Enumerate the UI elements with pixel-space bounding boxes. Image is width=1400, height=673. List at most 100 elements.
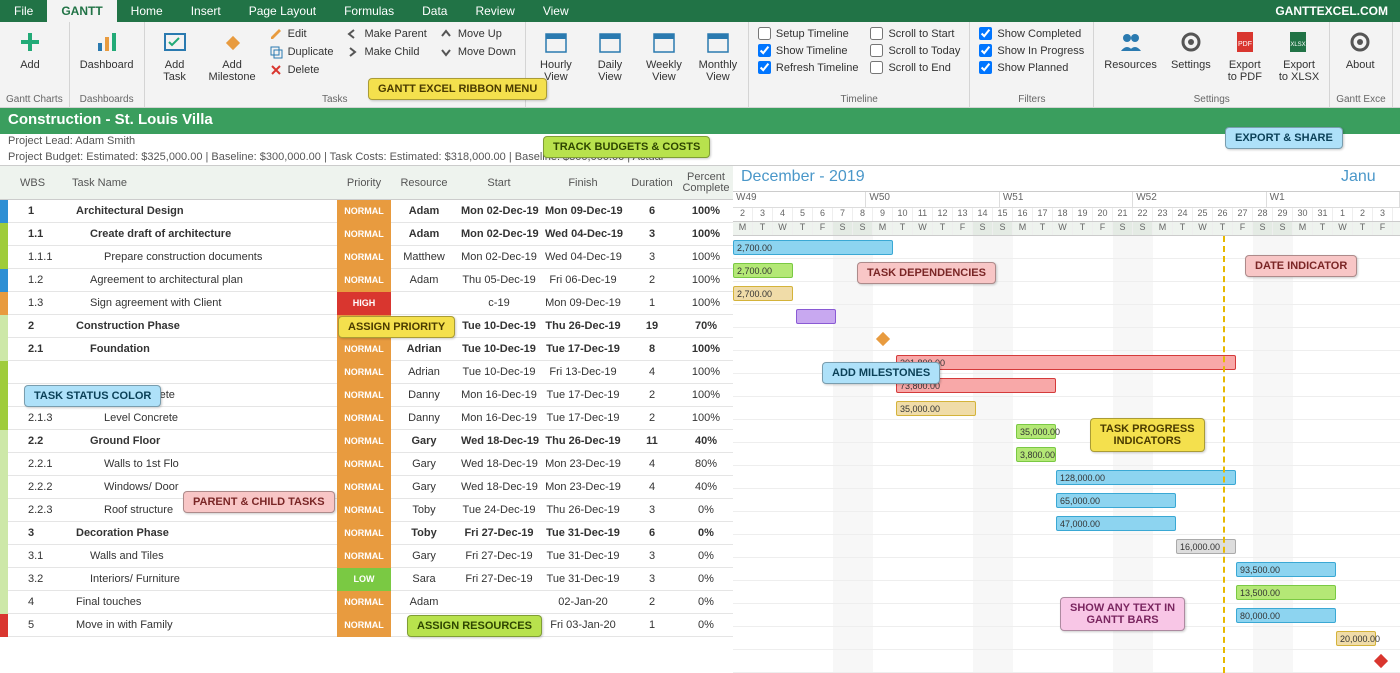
delete-button[interactable]: Delete xyxy=(266,62,337,78)
percent-cell[interactable]: 100% xyxy=(679,413,733,424)
percent-cell[interactable]: 100% xyxy=(679,344,733,355)
wbs-cell[interactable]: 2.2.1 xyxy=(24,458,72,470)
edit-button[interactable]: Edit xyxy=(266,26,337,42)
percent-cell[interactable]: 40% xyxy=(679,436,733,447)
start-cell[interactable]: Mon 16-Dec-19 xyxy=(457,389,541,401)
percent-cell[interactable]: 100% xyxy=(679,390,733,401)
percent-cell[interactable]: 0% xyxy=(679,505,733,516)
duration-cell[interactable]: 8 xyxy=(625,343,679,355)
resources-button[interactable]: Resources xyxy=(1100,26,1161,73)
priority-cell[interactable]: NORMAL xyxy=(337,338,391,361)
weekly-button[interactable]: Weekly View xyxy=(640,26,688,85)
gantt-bar[interactable]: 128,000.00 xyxy=(1056,470,1236,485)
wbs-cell[interactable]: 1.1 xyxy=(24,228,72,240)
col-percent[interactable]: Percent Complete xyxy=(679,166,733,199)
resource-cell[interactable]: Adam xyxy=(391,596,457,608)
task-row[interactable]: 3.1Walls and TilesNORMALGaryFri 27-Dec-1… xyxy=(0,545,733,568)
name-cell[interactable]: Decoration Phase xyxy=(72,527,337,539)
settings-button[interactable]: Settings xyxy=(1167,26,1215,73)
resource-cell[interactable]: Adam xyxy=(391,274,457,286)
start-cell[interactable]: Tue 10-Dec-19 xyxy=(457,366,541,378)
add-button[interactable]: Add xyxy=(6,26,54,73)
gantt-bar[interactable]: 3,800.00 xyxy=(1016,447,1056,462)
priority-cell[interactable]: NORMAL xyxy=(337,476,391,499)
finish-cell[interactable]: Fri 13-Dec-19 xyxy=(541,366,625,378)
percent-cell[interactable]: 0% xyxy=(679,528,733,539)
duration-cell[interactable]: 1 xyxy=(625,297,679,309)
col-priority[interactable]: Priority xyxy=(337,166,391,199)
priority-cell[interactable]: NORMAL xyxy=(337,361,391,384)
priority-cell[interactable]: LOW xyxy=(337,568,391,591)
menu-formulas[interactable]: Formulas xyxy=(330,0,408,22)
gantt-row[interactable]: 2,700.00 xyxy=(733,282,1400,305)
priority-cell[interactable]: NORMAL xyxy=(337,430,391,453)
percent-cell[interactable]: 100% xyxy=(679,367,733,378)
priority-cell[interactable]: NORMAL xyxy=(337,591,391,614)
task-row[interactable]: 2.2.1Walls to 1st FloNORMALGaryWed 18-De… xyxy=(0,453,733,476)
dashboard-button[interactable]: Dashboard xyxy=(76,26,138,73)
gantt-bar[interactable]: 93,500.00 xyxy=(1236,562,1336,577)
finish-cell[interactable]: Tue 31-Dec-19 xyxy=(541,573,625,585)
finish-cell[interactable]: Tue 17-Dec-19 xyxy=(541,343,625,355)
finish-cell[interactable]: Thu 26-Dec-19 xyxy=(541,504,625,516)
finish-cell[interactable]: Mon 23-Dec-19 xyxy=(541,458,625,470)
make-parent-button[interactable]: Make Parent xyxy=(342,26,429,42)
task-row[interactable]: 1.2Agreement to architectural planNORMAL… xyxy=(0,269,733,292)
percent-cell[interactable]: 100% xyxy=(679,275,733,286)
wbs-cell[interactable]: 2.1 xyxy=(24,343,72,355)
resource-cell[interactable]: Adam xyxy=(391,205,457,217)
finish-cell[interactable]: Tue 17-Dec-19 xyxy=(541,412,625,424)
name-cell[interactable]: Level Concrete xyxy=(72,412,337,424)
finish-cell[interactable]: Mon 09-Dec-19 xyxy=(541,205,625,217)
name-cell[interactable]: Walls and Tiles xyxy=(72,550,337,562)
finish-cell[interactable]: Mon 23-Dec-19 xyxy=(541,481,625,493)
scroll-start-checkbox[interactable]: Scroll to Start xyxy=(867,26,963,41)
gantt-bar[interactable]: 2,700.00 xyxy=(733,263,793,278)
finish-cell[interactable]: Tue 31-Dec-19 xyxy=(541,527,625,539)
percent-cell[interactable]: 0% xyxy=(679,574,733,585)
start-cell[interactable]: Fri 27-Dec-19 xyxy=(457,573,541,585)
name-cell[interactable]: Sign agreement with Client xyxy=(72,297,337,309)
gantt-row[interactable]: 35,000.00 xyxy=(733,420,1400,443)
wbs-cell[interactable]: 2.1.3 xyxy=(24,412,72,424)
start-cell[interactable]: Tue 10-Dec-19 xyxy=(457,320,541,332)
finish-cell[interactable]: Fri 06-Dec-19 xyxy=(541,274,625,286)
move-up-button[interactable]: Move Up xyxy=(436,26,519,42)
col-wbs[interactable]: WBS xyxy=(16,166,68,199)
name-cell[interactable]: Interiors/ Furniture xyxy=(72,573,337,585)
wbs-cell[interactable]: 1 xyxy=(24,205,72,217)
finish-cell[interactable]: Tue 17-Dec-19 xyxy=(541,389,625,401)
duration-cell[interactable]: 6 xyxy=(625,205,679,217)
gantt-bar[interactable]: 2,700.00 xyxy=(733,240,893,255)
wbs-cell[interactable]: 3.1 xyxy=(24,550,72,562)
wbs-cell[interactable]: 2.2.3 xyxy=(24,504,72,516)
name-cell[interactable]: Prepare construction documents xyxy=(72,251,337,263)
duration-cell[interactable]: 3 xyxy=(625,550,679,562)
task-row[interactable]: 2.2.3Roof structureNORMALTobyTue 24-Dec-… xyxy=(0,499,733,522)
gantt-row[interactable] xyxy=(733,650,1400,673)
task-row[interactable]: 3Decoration PhaseNORMALTobyFri 27-Dec-19… xyxy=(0,522,733,545)
resource-cell[interactable]: Adrian xyxy=(391,343,457,355)
name-cell[interactable]: Construction Phase xyxy=(72,320,337,332)
name-cell[interactable]: Architectural Design xyxy=(72,205,337,217)
daily-button[interactable]: Daily View xyxy=(586,26,634,85)
move-down-button[interactable]: Move Down xyxy=(436,44,519,60)
milestone-marker[interactable] xyxy=(1374,654,1388,668)
gantt-bar[interactable]: 65,000.00 xyxy=(1056,493,1176,508)
duration-cell[interactable]: 4 xyxy=(625,458,679,470)
menu-review[interactable]: Review xyxy=(461,0,528,22)
priority-cell[interactable]: NORMAL xyxy=(337,246,391,269)
show-plan-checkbox[interactable]: Show Planned xyxy=(976,60,1087,75)
duration-cell[interactable]: 3 xyxy=(625,228,679,240)
monthly-button[interactable]: Monthly View xyxy=(694,26,742,85)
task-row[interactable]: 1Architectural DesignNORMALAdamMon 02-De… xyxy=(0,200,733,223)
gantt-row[interactable] xyxy=(733,305,1400,328)
menu-insert[interactable]: Insert xyxy=(177,0,235,22)
resource-cell[interactable]: Gary xyxy=(391,481,457,493)
priority-cell[interactable]: NORMAL xyxy=(337,407,391,430)
priority-cell[interactable]: HIGH xyxy=(337,292,391,315)
priority-cell[interactable]: NORMAL xyxy=(337,200,391,223)
finish-cell[interactable]: Thu 26-Dec-19 xyxy=(541,320,625,332)
about-button[interactable]: About xyxy=(1336,26,1384,73)
wbs-cell[interactable]: 1.3 xyxy=(24,297,72,309)
